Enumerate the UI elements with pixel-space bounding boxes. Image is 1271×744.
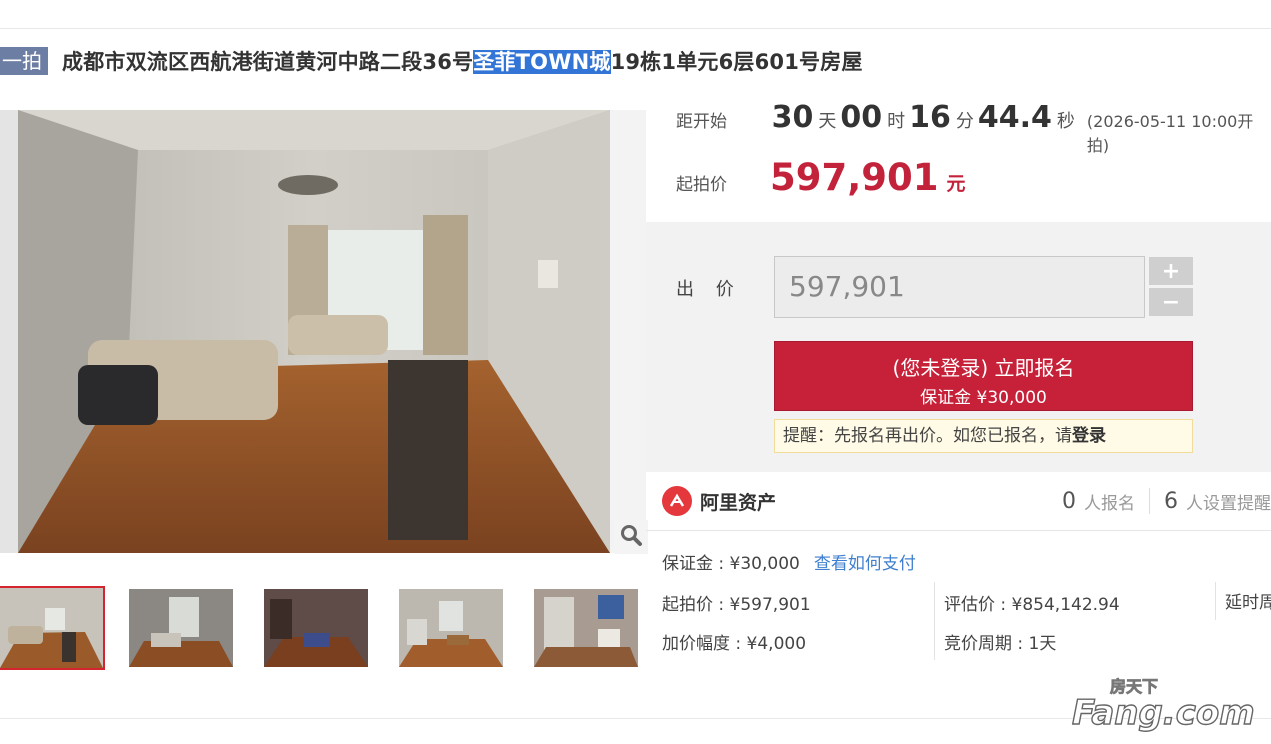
thumbnail-1[interactable] xyxy=(0,586,105,670)
fang-watermark: 房天下 Fang.com xyxy=(1068,672,1258,734)
gallery-left-edge xyxy=(0,110,18,553)
start-price-label: 起拍价 xyxy=(676,175,727,195)
details-separator-1 xyxy=(934,582,935,660)
start-time-note: (2026-05-11 10:00开拍) xyxy=(1086,112,1254,155)
payment-help-link[interactable]: 查看如何支付 xyxy=(814,554,916,574)
bid-label: 出 价 xyxy=(676,279,742,300)
platform-row: 阿里资产 0 人报名 6 人设置提醒 xyxy=(662,484,1271,518)
countdown-minutes: 16 xyxy=(909,100,951,135)
countdown-hours-unit: 时 xyxy=(887,111,906,132)
auction-round-badge: 一拍 xyxy=(0,47,48,75)
main-property-photo[interactable] xyxy=(18,110,610,553)
deposit-info: 保证金 : ¥30,000 查看如何支付 xyxy=(662,549,916,574)
bid-amount-input[interactable]: 597,901 xyxy=(774,256,1145,318)
countdown-minutes-unit: 分 xyxy=(955,111,974,132)
title-address: 成都市双流区西航港街道黄河中路二段36号 xyxy=(62,50,474,74)
detail-increment: 加价幅度 : ¥4,000 xyxy=(662,634,807,654)
auction-stats: 0 人报名 6 人设置提醒 xyxy=(1062,484,1271,518)
auction-countdown: 距开始 30 天 00 时 16 分 44.4 秒 (2026-05-11 10… xyxy=(646,100,1271,155)
ali-assets-logo-icon xyxy=(662,486,692,516)
signup-reminder: 提醒：先报名再出价。如您已报名，请登录 xyxy=(774,419,1193,453)
reminder-count-label: 人设置提醒 xyxy=(1186,493,1271,514)
watermark-main-text: Fang.com xyxy=(1072,693,1255,733)
gallery-right-edge xyxy=(610,110,646,553)
countdown-seconds-unit: 秒 xyxy=(1056,111,1075,132)
thumbnail-3[interactable] xyxy=(264,589,368,667)
magnifier-icon xyxy=(619,523,643,551)
detail-cycle: 竞价周期 : 1天 xyxy=(944,634,1057,654)
login-link[interactable]: 登录 xyxy=(1072,426,1106,446)
countdown-seconds: 44.4 xyxy=(977,100,1052,135)
reminder-count: 6 xyxy=(1164,488,1178,514)
reminder-text: 提醒：先报名再出价。如您已报名，请 xyxy=(783,426,1072,446)
platform-name: 阿里资产 xyxy=(700,491,777,514)
decrease-bid-button[interactable]: − xyxy=(1149,288,1193,316)
title-row: 一拍 成都市双流区西航港街道黄河中路二段36号圣菲TOWN城19栋1单元6层60… xyxy=(0,44,863,78)
countdown-label: 距开始 xyxy=(676,112,727,132)
zoom-button[interactable] xyxy=(614,520,648,554)
signup-button-label: (您未登录) 立即报名 xyxy=(892,356,1075,380)
thumbnail-2[interactable] xyxy=(129,589,233,667)
detail-appraisal: 评估价 : ¥854,142.94 xyxy=(944,595,1120,615)
signup-count-label: 人报名 xyxy=(1084,493,1135,514)
increase-bid-button[interactable]: + xyxy=(1149,257,1193,285)
thumbnail-4[interactable] xyxy=(399,589,503,667)
signup-button[interactable]: (您未登录) 立即报名 保证金 ¥30,000 xyxy=(774,341,1193,411)
thumbnail-5[interactable] xyxy=(534,589,638,667)
start-price-row: 起拍价 597,901 元 xyxy=(646,156,966,206)
deposit-text: 保证金 : ¥30,000 xyxy=(662,554,800,574)
start-price-unit: 元 xyxy=(946,173,966,195)
title-unit: 19栋1单元6层601号房屋 xyxy=(610,50,863,74)
signup-count: 0 xyxy=(1062,488,1076,514)
page-title: 成都市双流区西航港街道黄河中路二段36号圣菲TOWN城19栋1单元6层601号房… xyxy=(62,46,863,76)
title-highlight: 圣菲TOWN城 xyxy=(473,50,611,74)
details-separator-2 xyxy=(1215,582,1216,620)
detail-delay: 延时周 xyxy=(1225,593,1271,613)
detail-start-price: 起拍价 : ¥597,901 xyxy=(662,595,811,615)
top-divider xyxy=(0,28,1271,29)
countdown-days-unit: 天 xyxy=(818,111,837,132)
signup-deposit-label: 保证金 ¥30,000 xyxy=(920,388,1047,408)
countdown-hours: 00 xyxy=(840,100,883,135)
countdown-days: 30 xyxy=(771,100,814,135)
stats-separator xyxy=(1149,488,1150,514)
start-price-value: 597,901 xyxy=(770,156,939,199)
details-divider xyxy=(646,530,1271,531)
